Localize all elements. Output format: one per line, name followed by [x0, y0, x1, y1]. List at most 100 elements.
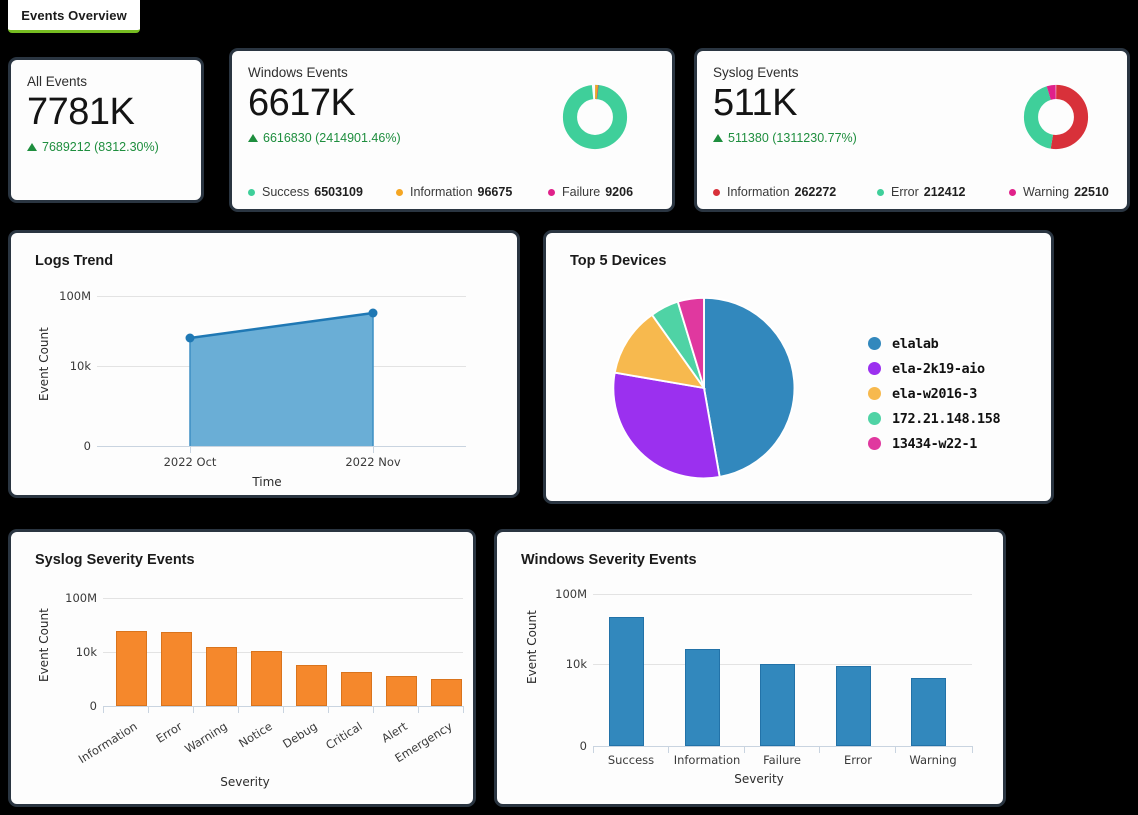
bar-warning[interactable] — [911, 678, 946, 746]
x-tickmark — [148, 706, 149, 713]
legend-label: Information — [727, 185, 790, 199]
legend-dot-icon — [868, 337, 881, 350]
syslog-events-kpi: Syslog Events 511K 511380 (1311230.77%) — [697, 51, 1127, 209]
card-syslog-severity-events[interactable]: Syslog Severity Events Event Count 100M … — [8, 529, 476, 807]
legend-label: Error — [891, 185, 919, 199]
trend-up-icon — [27, 142, 37, 151]
data-point-2022-nov[interactable] — [368, 308, 378, 318]
top-5-devices-legend: elalab ela-2k19-aio ela-w2016-3 172.21.1… — [868, 331, 1001, 456]
bar-alert[interactable] — [386, 676, 417, 706]
legend-value: 22510 — [1074, 185, 1109, 199]
logs-trend-title: Logs Trend — [35, 253, 114, 269]
bar-critical[interactable] — [341, 672, 372, 706]
bar-debug[interactable] — [296, 665, 327, 706]
syslog-events-title: Syslog Events — [713, 65, 799, 80]
bar-error[interactable] — [161, 632, 192, 706]
y-tick-label: 100M — [555, 587, 587, 601]
x-tickmark — [190, 446, 191, 453]
card-top-5-devices[interactable]: Top 5 Devices elalab ela-2k19-aio ela-w2… — [543, 230, 1054, 504]
bar-failure[interactable] — [760, 664, 795, 746]
legend-label: Information — [410, 185, 473, 199]
y-tick-label: 0 — [83, 439, 91, 453]
legend-item[interactable]: Information 96675 — [396, 185, 548, 199]
tab-label: Events Overview — [21, 7, 127, 23]
x-tickmark — [193, 706, 194, 713]
y-tick-label: 10k — [69, 359, 91, 373]
x-tick-label: 2022 Nov — [345, 455, 401, 469]
all-events-value: 7781K — [27, 91, 135, 133]
windows-events-title: Windows Events — [248, 65, 348, 80]
legend-item[interactable]: Success 6503109 — [248, 185, 396, 199]
windows-severity-ylabel: Event Count — [525, 610, 539, 684]
bar-success[interactable] — [609, 617, 644, 746]
x-tickmark — [328, 706, 329, 713]
windows-events-value: 6617K — [248, 82, 356, 124]
x-tickmark — [819, 746, 820, 753]
data-point-2022-oct[interactable] — [185, 333, 195, 343]
legend-value: 262272 — [794, 185, 837, 199]
legend-item[interactable]: 13434-w22-1 — [868, 431, 1000, 456]
windows-events-kpi: Windows Events 6617K 6616830 (2414901.46… — [232, 51, 672, 209]
windows-events-donut-chart — [562, 84, 628, 155]
legend-item[interactable]: Error 212412 — [877, 185, 1009, 199]
x-tickmark — [972, 746, 973, 753]
tab-events-overview[interactable]: Events Overview — [8, 0, 140, 33]
card-windows-severity-events[interactable]: Windows Severity Events Event Count 100M… — [494, 529, 1006, 807]
windows-events-delta-text: 6616830 (2414901.46%) — [263, 130, 401, 145]
x-tickmark — [668, 746, 669, 753]
card-all-events[interactable]: All Events 7781K 7689212 (8312.30%) — [8, 57, 204, 203]
x-axis-line — [593, 746, 972, 747]
trend-up-icon — [248, 133, 258, 142]
legend-value: 9206 — [605, 185, 634, 199]
legend-item[interactable]: Information 262272 — [713, 185, 877, 199]
bar-warning[interactable] — [206, 647, 237, 706]
legend-dot-icon — [877, 188, 884, 196]
logs-trend-xlabel: Time — [252, 475, 282, 489]
donut-svg — [562, 84, 628, 150]
donut-svg — [1023, 84, 1089, 150]
card-syslog-events[interactable]: Syslog Events 511K 511380 (1311230.77%) — [694, 48, 1130, 212]
legend-dot-icon — [396, 188, 403, 196]
bar-information[interactable] — [116, 631, 147, 706]
legend-value: 96675 — [477, 185, 513, 199]
x-tickmark — [283, 706, 284, 713]
legend-item[interactable]: Warning 22510 — [1009, 185, 1109, 199]
syslog-events-legend: Information 262272 Error 212412 Warning … — [713, 177, 1111, 199]
bar-information[interactable] — [685, 649, 720, 746]
bar-notice[interactable] — [251, 651, 282, 706]
legend-item[interactable]: ela-w2016-3 — [868, 381, 1000, 406]
bar-error[interactable] — [836, 666, 871, 746]
legend-label: elalab — [892, 335, 939, 352]
top-5-devices-title: Top 5 Devices — [570, 253, 667, 269]
windows-events-legend: Success 6503109 Information 96675 Failur… — [248, 177, 656, 199]
all-events-delta-text: 7689212 (8312.30%) — [42, 139, 159, 154]
legend-label: 172.21.148.158 — [892, 410, 1001, 427]
syslog-severity-xlabel: Severity — [220, 775, 270, 789]
x-tickmark — [744, 746, 745, 753]
y-tick-label: 100M — [59, 289, 91, 303]
x-tickmark — [593, 746, 594, 753]
legend-dot-icon — [248, 188, 255, 196]
dashboard-root: Events Overview All Events 7781K 7689212… — [0, 0, 1138, 815]
x-tickmark — [103, 706, 104, 713]
legend-item[interactable]: elalab — [868, 331, 1000, 356]
pie-slice-elalab[interactable] — [703, 296, 796, 479]
card-windows-events[interactable]: Windows Events 6617K 6616830 (2414901.46… — [229, 48, 675, 212]
legend-item[interactable]: 172.21.148.158 — [868, 406, 1001, 431]
y-tick-label: 100M — [65, 591, 97, 605]
all-events-kpi: All Events 7781K 7689212 (8312.30%) — [11, 60, 201, 200]
syslog-events-delta-text: 511380 (1311230.77%) — [728, 130, 857, 145]
trend-up-icon — [713, 133, 723, 142]
donut-slice-success — [562, 84, 628, 150]
legend-value: 212412 — [923, 185, 966, 199]
x-tickmark — [463, 706, 464, 713]
legend-dot-icon — [868, 437, 881, 450]
all-events-delta: 7689212 (8312.30%) — [27, 140, 185, 154]
bar-emergency[interactable] — [431, 679, 462, 706]
card-logs-trend[interactable]: Logs Trend Event Count 100M 10k 0 2022 O… — [8, 230, 520, 498]
gridline — [593, 594, 972, 595]
x-tick-label: 2022 Oct — [163, 455, 217, 469]
legend-item[interactable]: Failure 9206 — [548, 185, 633, 199]
legend-item[interactable]: ela-2k19-aio — [868, 356, 1000, 381]
legend-label: Success — [262, 185, 310, 199]
